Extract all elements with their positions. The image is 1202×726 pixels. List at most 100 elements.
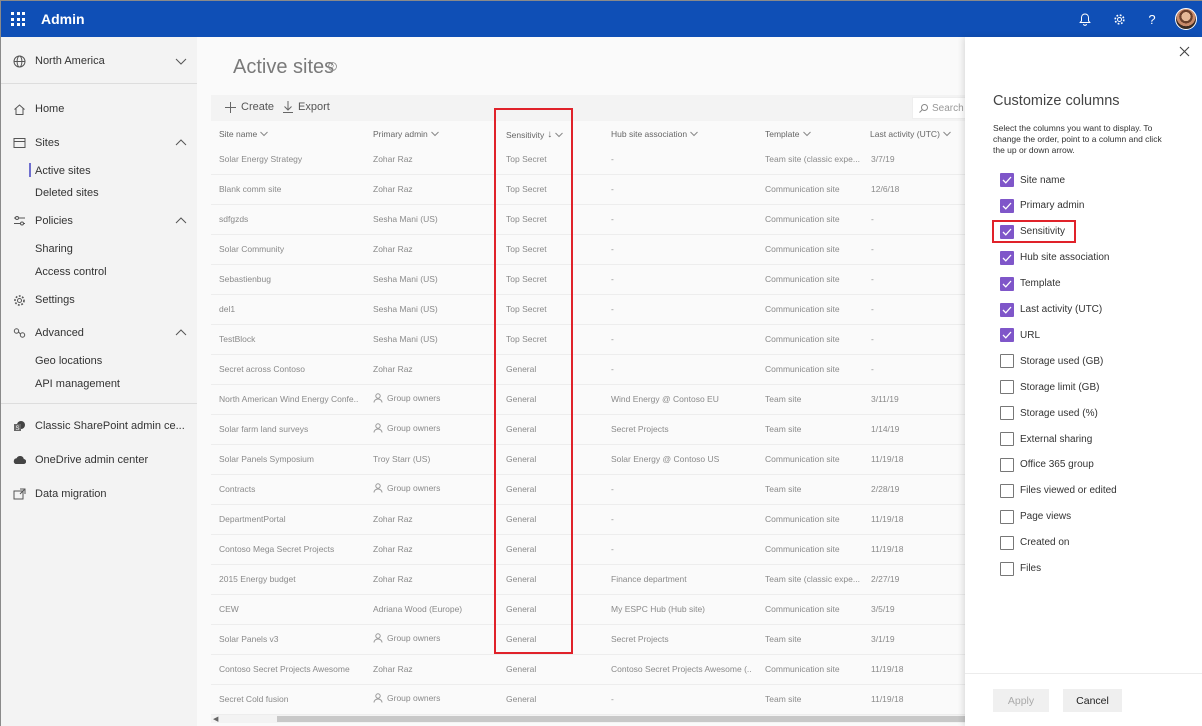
nav-advanced[interactable]: Advanced <box>1 321 197 345</box>
nav-active-sites[interactable]: Active sites <box>35 165 91 177</box>
cell-site-name[interactable]: 2015 Energy budget <box>219 574 359 584</box>
cell-site-name[interactable]: Solar Community <box>219 244 359 254</box>
cancel-button[interactable]: Cancel <box>1063 689 1122 712</box>
column-option-url[interactable]: URL <box>1000 327 1040 343</box>
checkbox[interactable] <box>1000 302 1014 317</box>
nav-access-control[interactable]: Access control <box>35 266 107 278</box>
column-option-hub-site-association[interactable]: Hub site association <box>1000 250 1110 266</box>
column-option-site-name[interactable]: Site name <box>1000 172 1065 188</box>
cell-site-name[interactable]: Contoso Secret Projects Awesome <box>219 664 359 674</box>
nav-data-migration[interactable]: Data migration <box>1 482 197 506</box>
create-button[interactable]: Create <box>225 101 274 113</box>
nav-deleted-sites[interactable]: Deleted sites <box>35 187 99 199</box>
nav-home[interactable]: Home <box>1 97 197 121</box>
table-row[interactable]: sdfgzds Sesha Mani (US) Top Secret - Communi… <box>211 205 965 235</box>
column-option-files-viewed-or-edited[interactable]: Files viewed or edited <box>1000 483 1117 499</box>
table-row[interactable]: 2015 Energy budget Zohar Raz General Financ… <box>211 565 965 595</box>
gear-icon[interactable] <box>1109 9 1129 29</box>
scrollbar-thumb[interactable] <box>277 716 965 722</box>
cell-site-name[interactable]: North American Wind Energy Confe... <box>219 394 359 404</box>
cell-site-name[interactable]: Secret Cold fusion <box>219 694 359 704</box>
table-row[interactable]: Solar Panels Symposium Troy Starr (US) Gen… <box>211 445 965 475</box>
table-row[interactable]: Contoso Mega Secret Projects Zohar Raz Gen… <box>211 535 965 565</box>
app-title[interactable]: Admin <box>41 11 85 27</box>
column-option-storage-used[interactable]: Storage used (%) <box>1000 405 1098 421</box>
table-row[interactable]: DepartmentPortal Zohar Raz General - Communi… <box>211 505 965 535</box>
bell-icon[interactable] <box>1075 9 1095 29</box>
table-row[interactable]: Sebastienbug Sesha Mani (US) Top Secret - Co… <box>211 265 965 295</box>
table-row[interactable]: TestBlock Sesha Mani (US) Top Secret - Commu… <box>211 325 965 355</box>
close-icon[interactable] <box>1179 46 1190 57</box>
column-option-created-on[interactable]: Created on <box>1000 535 1069 551</box>
app-launcher-icon[interactable] <box>11 12 25 26</box>
checkbox[interactable] <box>1000 173 1014 187</box>
table-row[interactable]: Contracts Group owners General - Team site 2/… <box>211 475 965 505</box>
checkbox[interactable] <box>1000 406 1014 421</box>
table-row[interactable]: Solar Energy Strategy Zohar Raz Top Secret… <box>211 145 965 175</box>
column-option-storage-used-gb[interactable]: Storage used (GB) <box>1000 353 1103 369</box>
checkbox[interactable] <box>1000 561 1014 576</box>
cell-site-name[interactable]: Solar Panels v3 <box>219 634 359 644</box>
checkbox[interactable] <box>1000 509 1014 524</box>
cell-site-name[interactable]: Contoso Mega Secret Projects <box>219 544 359 554</box>
table-row[interactable]: Solar farm land surveys Group owners Gener… <box>211 415 965 445</box>
column-option-template[interactable]: Template <box>1000 276 1061 292</box>
cell-site-name[interactable]: Solar farm land surveys <box>219 424 359 434</box>
checkbox[interactable] <box>1000 380 1014 395</box>
column-option-office-365-group[interactable]: Office 365 group <box>1000 457 1094 473</box>
column-option-files[interactable]: Files <box>1000 561 1041 577</box>
cell-site-name[interactable]: Sebastienbug <box>219 274 359 284</box>
table-row[interactable]: Blank comm site Zohar Raz Top Secret - Commu… <box>211 175 965 205</box>
checkbox[interactable] <box>1000 457 1014 472</box>
nav-classic-sharepoint[interactable]: S Classic SharePoint admin ce... <box>1 414 197 438</box>
search-input[interactable]: Search sit <box>912 97 965 119</box>
column-option-last-activity-utc[interactable]: Last activity (UTC) <box>1000 302 1102 318</box>
export-button[interactable]: Export <box>283 101 330 113</box>
checkbox[interactable] <box>1000 535 1014 550</box>
nav-settings[interactable]: Settings <box>1 288 197 312</box>
avatar[interactable] <box>1175 8 1197 30</box>
cell-site-name[interactable]: del1 <box>219 304 359 314</box>
table-row[interactable]: del1 Sesha Mani (US) Top Secret - Communicat… <box>211 295 965 325</box>
col-header-primary-admin[interactable]: Primary admin <box>373 129 439 139</box>
cell-site-name[interactable]: TestBlock <box>219 334 359 344</box>
checkbox[interactable] <box>1000 354 1014 369</box>
region-selector[interactable]: North America <box>1 49 197 73</box>
table-row[interactable]: Contoso Secret Projects Awesome Zohar Raz… <box>211 655 965 685</box>
nav-policies[interactable]: Policies <box>1 209 197 233</box>
info-icon[interactable]: ? <box>328 62 337 71</box>
checkbox[interactable] <box>1000 432 1014 446</box>
apply-button[interactable]: Apply <box>993 689 1049 712</box>
table-row[interactable]: Solar Community Zohar Raz Top Secret - Commu… <box>211 235 965 265</box>
table-row[interactable]: Solar Panels v3 Group owners General Secret… <box>211 625 965 655</box>
cell-site-name[interactable]: CEW <box>219 604 359 614</box>
column-option-page-views[interactable]: Page views <box>1000 509 1071 525</box>
col-header-site-name[interactable]: Site name <box>219 129 269 139</box>
cell-site-name[interactable]: Solar Panels Symposium <box>219 454 359 464</box>
cell-site-name[interactable]: DepartmentPortal <box>219 514 359 524</box>
col-header-template[interactable]: Template <box>765 129 811 139</box>
cell-site-name[interactable]: Solar Energy Strategy <box>219 154 359 164</box>
horizontal-scrollbar[interactable]: ◀ <box>211 715 965 723</box>
col-header-last-activity[interactable]: Last activity (UTC) <box>870 129 951 139</box>
cell-site-name[interactable]: sdfgzds <box>219 214 359 224</box>
nav-onedrive[interactable]: OneDrive admin center <box>1 448 197 472</box>
nav-api-management[interactable]: API management <box>35 378 120 390</box>
table-row[interactable]: Secret across Contoso Zohar Raz General - Co… <box>211 355 965 385</box>
nav-geo-locations[interactable]: Geo locations <box>35 355 102 367</box>
table-row[interactable]: Secret Cold fusion Group owners General - Te… <box>211 685 965 715</box>
checkbox[interactable] <box>1000 276 1014 291</box>
cell-site-name[interactable]: Contracts <box>219 484 359 494</box>
cell-site-name[interactable]: Blank comm site <box>219 184 359 194</box>
checkbox[interactable] <box>1000 250 1014 265</box>
column-option-primary-admin[interactable]: Primary admin <box>1000 198 1084 214</box>
scroll-left-icon[interactable]: ◀ <box>213 715 218 723</box>
col-header-hub-site[interactable]: Hub site association <box>611 129 698 139</box>
checkbox[interactable] <box>1000 198 1014 213</box>
cell-site-name[interactable]: Secret across Contoso <box>219 364 359 374</box>
table-row[interactable]: North American Wind Energy Confe... Group… <box>211 385 965 415</box>
nav-sharing[interactable]: Sharing <box>35 243 73 255</box>
help-icon[interactable]: ? <box>1142 9 1162 29</box>
column-option-external-sharing[interactable]: External sharing <box>1000 431 1092 447</box>
column-option-storage-limit-gb[interactable]: Storage limit (GB) <box>1000 379 1099 395</box>
